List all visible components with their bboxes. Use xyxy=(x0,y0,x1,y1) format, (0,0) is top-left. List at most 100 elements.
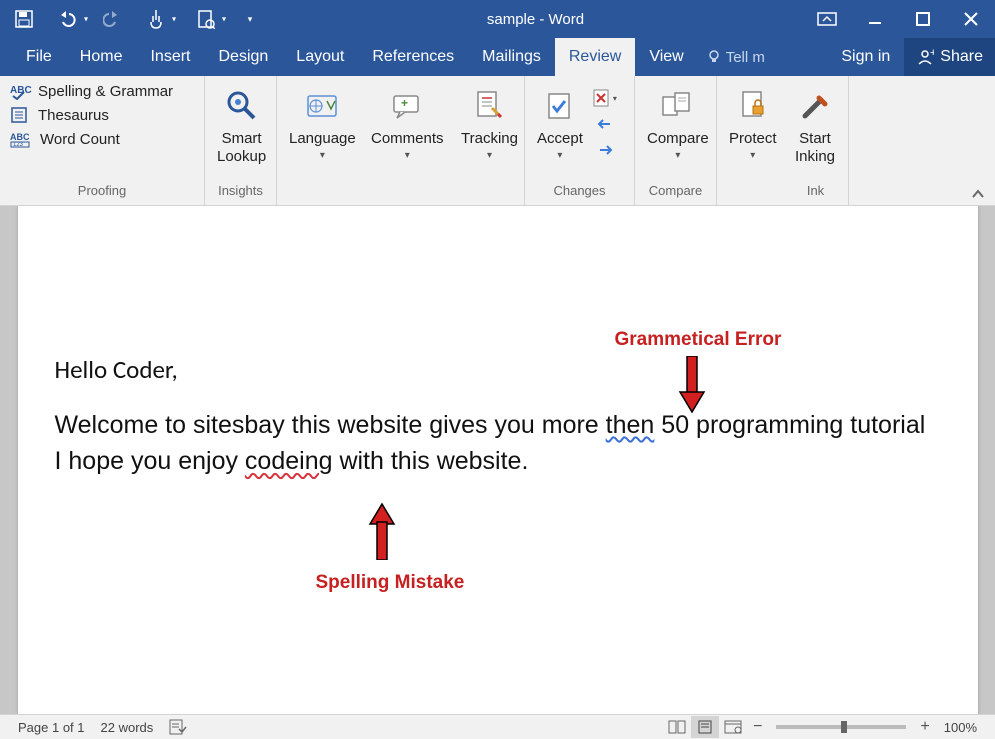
annotation-spelling-label: Spelling Mistake xyxy=(316,572,465,594)
qat-customize[interactable]: ▾ xyxy=(232,3,268,35)
touch-mode-button[interactable]: ▾ xyxy=(132,3,180,35)
arrow-down-icon xyxy=(678,356,706,414)
chevron-down-icon: ▾ xyxy=(750,150,755,161)
tab-review[interactable]: Review xyxy=(555,38,635,76)
zoom-out-button[interactable]: − xyxy=(747,718,768,736)
grammar-error-word[interactable]: then xyxy=(606,411,655,439)
word-count-label: Word Count xyxy=(40,131,120,148)
thesaurus-label: Thesaurus xyxy=(38,107,109,124)
chevron-down-icon: ▾ xyxy=(557,150,562,161)
maximize-button[interactable] xyxy=(899,0,947,38)
protect-label: Protect xyxy=(729,130,777,148)
comments-button[interactable]: + Comments ▾ xyxy=(365,80,450,161)
group-compare-label: Compare xyxy=(641,183,710,201)
share-icon: + xyxy=(916,48,934,66)
tell-me-search[interactable]: Tell m xyxy=(698,38,773,76)
web-layout-button[interactable] xyxy=(719,716,747,738)
tracking-icon xyxy=(474,90,504,122)
tab-layout[interactable]: Layout xyxy=(282,38,358,76)
accept-icon xyxy=(545,90,575,122)
group-ink-label: Ink xyxy=(789,183,842,201)
zoom-in-button[interactable]: + xyxy=(914,718,935,736)
group-proofing-label: Proofing xyxy=(6,183,198,201)
start-inking-button[interactable]: Start Inking xyxy=(789,80,841,166)
text-segment: with this website. xyxy=(333,447,529,475)
zoom-slider-thumb[interactable] xyxy=(841,721,847,733)
chevron-down-icon: ▾ xyxy=(320,150,325,161)
svg-text:+: + xyxy=(401,96,408,110)
zoom-level[interactable]: 100% xyxy=(936,720,985,735)
tab-references[interactable]: References xyxy=(358,38,468,76)
document-body[interactable]: Welcome to sitesbay this website gives y… xyxy=(55,407,930,480)
comments-label: Comments xyxy=(371,130,444,148)
spelling-grammar-label: Spelling & Grammar xyxy=(38,83,173,100)
tab-view[interactable]: View xyxy=(635,38,697,76)
language-button[interactable]: Language ▾ xyxy=(283,80,362,161)
spelling-error-word[interactable]: codeing xyxy=(245,447,333,475)
tab-mailings[interactable]: Mailings xyxy=(468,38,555,76)
protect-icon xyxy=(739,90,767,122)
document-page[interactable]: Hello Coder, Welcome to sitesbay this we… xyxy=(18,206,978,714)
minimize-button[interactable] xyxy=(851,0,899,38)
spellcheck-icon: ABC xyxy=(10,82,32,100)
read-mode-button[interactable] xyxy=(663,716,691,738)
compare-label: Compare xyxy=(647,130,709,148)
status-words[interactable]: 22 words xyxy=(93,720,162,735)
sign-in-button[interactable]: Sign in xyxy=(827,38,904,76)
document-greeting[interactable]: Hello Coder, xyxy=(55,354,930,385)
lightbulb-icon xyxy=(706,49,722,65)
previous-icon xyxy=(596,117,614,131)
print-layout-icon xyxy=(697,720,713,734)
window-title: sample - Word xyxy=(268,11,803,28)
share-button[interactable]: + Share xyxy=(904,38,995,76)
share-label: Share xyxy=(940,48,983,66)
group-insights-label: Insights xyxy=(211,183,270,201)
tab-insert[interactable]: Insert xyxy=(136,38,204,76)
tracking-label: Tracking xyxy=(461,130,518,148)
status-page[interactable]: Page 1 of 1 xyxy=(10,720,93,735)
tracking-button[interactable]: Tracking ▾ xyxy=(455,80,524,161)
comment-icon: + xyxy=(390,92,424,120)
undo-button[interactable]: ▾ xyxy=(44,3,92,35)
word-count-button[interactable]: ABC123 Word Count xyxy=(10,130,173,148)
ink-pen-icon xyxy=(799,90,831,122)
protect-button[interactable]: Protect ▾ xyxy=(723,80,783,161)
spelling-grammar-button[interactable]: ABC Spelling & Grammar xyxy=(10,82,173,100)
accept-button[interactable]: Accept ▾ xyxy=(531,80,589,161)
svg-text:ABC: ABC xyxy=(10,132,30,142)
close-button[interactable] xyxy=(947,0,995,38)
compare-button[interactable]: Compare ▾ xyxy=(641,80,715,161)
svg-text:+: + xyxy=(930,48,934,59)
compare-icon xyxy=(661,91,695,121)
zoom-slider[interactable] xyxy=(776,725,906,729)
chevron-down-icon: ▾ xyxy=(675,150,680,161)
collapse-ribbon-button[interactable] xyxy=(971,189,985,199)
ribbon-display-options[interactable] xyxy=(803,0,851,38)
print-layout-button[interactable] xyxy=(691,716,719,738)
next-change-button[interactable] xyxy=(593,138,617,162)
tab-design[interactable]: Design xyxy=(204,38,282,76)
next-icon xyxy=(596,143,614,157)
language-label: Language xyxy=(289,130,356,148)
language-icon xyxy=(305,91,339,121)
tell-me-label: Tell m xyxy=(726,49,765,66)
thesaurus-button[interactable]: Thesaurus xyxy=(10,106,173,124)
wordcount-icon: ABC123 xyxy=(10,130,34,148)
redo-button[interactable] xyxy=(94,3,130,35)
tab-home[interactable]: Home xyxy=(66,38,137,76)
reject-button[interactable]: ▾ xyxy=(593,86,617,110)
arrow-up-icon xyxy=(368,502,396,560)
text-segment: Welcome to sitesbay this website gives y… xyxy=(55,411,606,439)
svg-text:123: 123 xyxy=(13,142,24,148)
group-changes-label: Changes xyxy=(531,183,628,201)
print-preview-button[interactable]: ▾ xyxy=(182,3,230,35)
accept-label: Accept xyxy=(537,130,583,148)
previous-change-button[interactable] xyxy=(593,112,617,136)
tab-file[interactable]: File xyxy=(12,38,66,76)
status-proofing[interactable] xyxy=(161,719,195,735)
annotation-grammar-label: Grammetical Error xyxy=(615,329,782,351)
document-area[interactable]: Hello Coder, Welcome to sitesbay this we… xyxy=(0,206,995,714)
chevron-up-icon xyxy=(971,189,985,199)
smart-lookup-button[interactable]: Smart Lookup xyxy=(211,80,272,166)
save-button[interactable] xyxy=(6,3,42,35)
